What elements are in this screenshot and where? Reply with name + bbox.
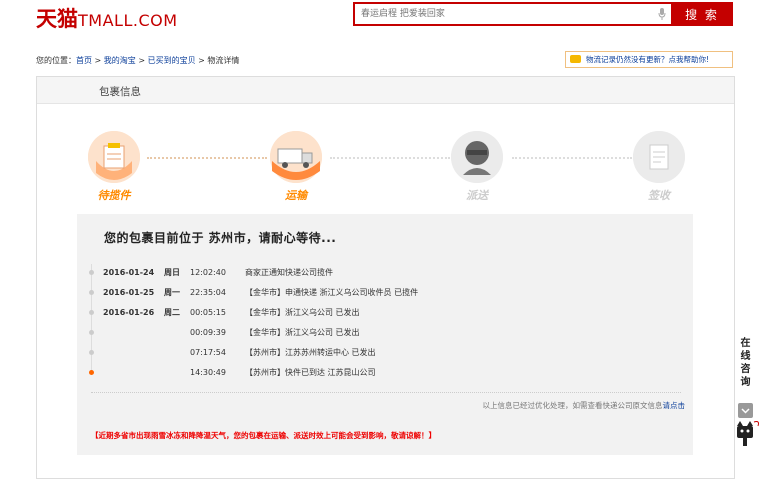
- divider: [91, 392, 681, 393]
- progress-connector-done: [147, 157, 267, 159]
- clipboard-icon: [88, 131, 140, 183]
- tmall-cat-mascot-icon[interactable]: [734, 418, 762, 448]
- weather-warning: 【近期多省市出现雨雪冰冻和降降温天气，您的包裹在运输、派送时效上可能会受到影响，…: [91, 431, 436, 440]
- timeline-dot: [89, 330, 94, 335]
- tmall-logo[interactable]: 天猫TMALL.COM: [36, 3, 178, 33]
- logo-cn-text: 天猫: [36, 7, 78, 31]
- logo-en-text: TMALL.COM: [78, 11, 178, 30]
- step-pickup-label: 待揽件: [97, 189, 131, 202]
- step-transport: [270, 131, 322, 183]
- breadcrumb-prefix: 您的位置：: [36, 56, 76, 65]
- search-box: 搜 索: [353, 2, 733, 26]
- help-link[interactable]: 物流记录仍然没有更新？点我帮助你!: [565, 51, 733, 68]
- step-delivery-label: 派送: [466, 189, 488, 202]
- timeline-line: [91, 264, 92, 374]
- breadcrumb-sep: >: [198, 56, 205, 65]
- step-transport-label: 运输: [285, 189, 307, 202]
- microphone-icon[interactable]: [658, 8, 666, 20]
- timeline-dot: [89, 290, 94, 295]
- breadcrumb-sep: >: [138, 56, 146, 65]
- search-button[interactable]: 搜 索: [671, 2, 733, 26]
- timeline-dot-current: [89, 370, 94, 375]
- help-link-text: 物流记录仍然没有更新？点我帮助你!: [586, 55, 710, 64]
- progress-connector-pending: [512, 157, 632, 159]
- panel-header: 包裹信息: [37, 77, 734, 104]
- truck-icon: [270, 131, 322, 183]
- optimized-note: 以上信息已经过优化处理，如需查看快递公司原文信息请点击: [482, 401, 686, 410]
- breadcrumb-bought-items[interactable]: 已买到的宝贝: [148, 56, 196, 65]
- step-signed-label: 签收: [648, 189, 670, 202]
- step-delivery: [451, 131, 503, 183]
- timeline-dot: [89, 270, 94, 275]
- chevron-down-icon[interactable]: [738, 403, 753, 418]
- breadcrumb-sep: >: [94, 56, 102, 65]
- breadcrumb-my-taobao[interactable]: 我的淘宝: [104, 56, 136, 65]
- step-pickup: [88, 131, 140, 183]
- courier-icon: [451, 131, 503, 183]
- chat-bubble-icon: [570, 55, 581, 63]
- package-status-text: 您的包裹目前位于 苏州市，请耐心等待...: [104, 231, 337, 245]
- breadcrumb: 您的位置：首页 > 我的淘宝 > 已买到的宝贝 > 物流详情: [36, 55, 239, 66]
- breadcrumb-current: 物流详情: [207, 56, 240, 65]
- breadcrumb-home[interactable]: 首页: [76, 56, 92, 65]
- step-signed: [633, 131, 685, 183]
- timeline-dot: [89, 350, 94, 355]
- panel-title: 包裹信息: [99, 86, 141, 98]
- online-consult[interactable]: 在线咨询: [737, 337, 754, 389]
- search-input[interactable]: [355, 4, 667, 24]
- view-original-link[interactable]: 请点击: [663, 401, 686, 410]
- tracking-info-box: 您的包裹目前位于 苏州市，请耐心等待... 2016-01-24 周日 12:02:…: [77, 214, 693, 455]
- progress-connector-pending: [330, 157, 450, 159]
- timeline-dot: [89, 310, 94, 315]
- signed-paper-icon: [633, 131, 685, 183]
